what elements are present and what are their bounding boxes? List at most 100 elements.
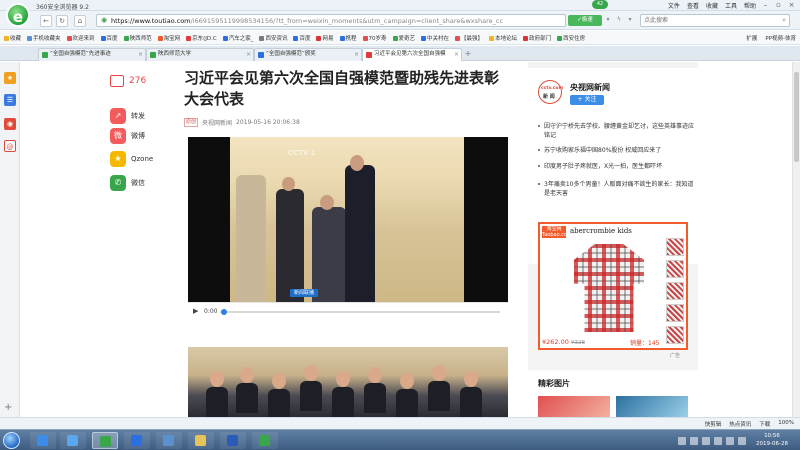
taskbar-ie2-icon[interactable] bbox=[60, 432, 86, 449]
zoom-level[interactable]: 100% bbox=[778, 420, 794, 428]
menu-file[interactable]: 文件 bbox=[668, 1, 680, 10]
menu-view[interactable]: 查看 bbox=[687, 1, 699, 10]
lightning-icon[interactable]: ϟ bbox=[615, 15, 623, 25]
scrollbar-thumb[interactable] bbox=[794, 72, 799, 162]
home-icon[interactable]: ⌂ bbox=[74, 15, 86, 27]
video-player[interactable]: CCTV 1 新闻联播 ▶ 0:00 bbox=[188, 137, 508, 319]
media-name[interactable]: 央视网新闻 bbox=[570, 82, 610, 93]
list-item[interactable]: 苏宁收购家乐福中国80%股份 权威回应来了 bbox=[538, 146, 694, 155]
bookmark-item[interactable]: 西安住房 bbox=[557, 34, 585, 42]
tray-icon[interactable] bbox=[678, 436, 686, 445]
share-forward[interactable]: ↗ 转发 bbox=[110, 107, 170, 125]
bookmark-item[interactable]: 陕西师范 bbox=[123, 34, 152, 42]
picture-thumbnail[interactable] bbox=[538, 396, 610, 417]
list-item[interactable]: 3年痛卖10多个男童！人贩面对痛不欲生的家长：我知道是老天害 bbox=[538, 180, 694, 198]
tab-close-icon[interactable]: × bbox=[246, 49, 251, 60]
menu-chevron-icon[interactable]: ▾ bbox=[604, 15, 612, 25]
hot-news-button[interactable]: 热点资讯 bbox=[729, 420, 751, 428]
weibo-sidebar-icon[interactable]: ◉ bbox=[4, 118, 16, 130]
taskbar-ie-icon[interactable] bbox=[30, 432, 56, 449]
taskbar-360-browser-icon[interactable] bbox=[92, 432, 118, 449]
tray-icon[interactable] bbox=[738, 436, 746, 445]
bookmark-item[interactable]: 百度 bbox=[293, 34, 310, 42]
bookmark-item[interactable]: 政府部门 bbox=[523, 34, 551, 42]
reading-list-icon[interactable]: ☰ bbox=[4, 94, 16, 106]
taskbar-folder-icon[interactable] bbox=[188, 432, 214, 449]
media-avatar[interactable]: cctv.com 新 闻 bbox=[538, 80, 563, 104]
refresh-icon[interactable]: ↻ bbox=[56, 15, 68, 27]
tray-icon[interactable] bbox=[702, 436, 710, 445]
comment-count[interactable]: 276 bbox=[110, 75, 146, 87]
taskbar-word-icon[interactable] bbox=[220, 432, 246, 449]
bookmark-item[interactable]: 网易 bbox=[316, 34, 334, 42]
bookmark-item[interactable]: 收藏 bbox=[4, 34, 21, 42]
search-icon[interactable]: ⌕ bbox=[782, 16, 786, 25]
bookmark-item[interactable]: 爱奇艺 bbox=[392, 34, 415, 42]
bookmark-item[interactable]: 欢迎来到 bbox=[66, 34, 95, 42]
taskbar-baidu-icon[interactable] bbox=[124, 432, 150, 449]
list-item[interactable]: 因守沪宁桥先去学校、腰缠黄金却乞讨，这些英雄事迹应铭记 bbox=[538, 122, 694, 140]
follow-button[interactable]: + 关注 bbox=[570, 95, 604, 105]
bookmark-item[interactable]: 淘宝网 bbox=[157, 34, 180, 42]
dropdown-icon[interactable]: ▾ bbox=[626, 15, 634, 25]
speed-mode-button[interactable]: ✓极速 bbox=[568, 15, 602, 26]
start-button-icon[interactable] bbox=[3, 432, 20, 449]
list-item[interactable]: 印度男子肚子疼就医，X光一拍，医生都吓坏 bbox=[538, 162, 694, 171]
tab-4-active[interactable]: 习近平会见第六次全国自强模 × bbox=[362, 48, 462, 61]
tray-icon[interactable] bbox=[714, 436, 722, 445]
bookmark-item[interactable]: 京东(JD.C bbox=[186, 34, 217, 42]
taobao-ad[interactable]: 淘宝网 Taobao.com abercrombie kids ¥262.00 … bbox=[538, 222, 688, 350]
email-icon[interactable]: @ bbox=[4, 140, 16, 152]
download-button[interactable]: 下载 bbox=[759, 420, 770, 428]
ad-thumbnail[interactable] bbox=[666, 260, 684, 278]
bookmark-item[interactable]: 西安资讯 bbox=[259, 34, 287, 42]
tab-close-icon[interactable]: × bbox=[454, 49, 459, 60]
share-qzone[interactable]: ★ Qzone bbox=[110, 150, 170, 168]
bookmark-item[interactable]: 本地论坛 bbox=[489, 34, 517, 42]
score-badge[interactable]: 42 bbox=[592, 0, 608, 9]
bookmark-item[interactable]: 手机收藏夹 bbox=[27, 34, 61, 42]
bookmark-item[interactable]: 70岁寿 bbox=[362, 34, 387, 42]
close-icon[interactable]: × bbox=[785, 0, 798, 10]
tab-3[interactable]: “全国自强模范”颁奖 × bbox=[254, 48, 362, 61]
menu-help[interactable]: 帮助 bbox=[744, 1, 756, 10]
taskbar-bird-icon[interactable] bbox=[156, 432, 182, 449]
browser-logo-icon[interactable]: e bbox=[6, 3, 30, 27]
picture-thumbnail[interactable] bbox=[616, 396, 688, 417]
share-weibo[interactable]: 微 微博 bbox=[110, 127, 170, 145]
ad-thumbnail[interactable] bbox=[666, 282, 684, 300]
favorites-star-icon[interactable]: ★ bbox=[4, 72, 16, 84]
ad-thumbnail[interactable] bbox=[666, 326, 684, 344]
address-bar[interactable]: ◉ https://www.toutiao.com/i6691595119998… bbox=[96, 14, 566, 27]
video-progress-handle[interactable] bbox=[221, 309, 227, 315]
page-scrollbar[interactable] bbox=[792, 62, 800, 417]
tab-2[interactable]: 陕西师范大学 × bbox=[146, 48, 254, 61]
menu-tools[interactable]: 工具 bbox=[725, 1, 737, 10]
bookmark-item[interactable]: 【最强】 bbox=[455, 34, 483, 42]
tab-close-icon[interactable]: × bbox=[138, 49, 143, 60]
minimize-icon[interactable]: – bbox=[759, 0, 772, 10]
play-icon[interactable]: ▶ bbox=[193, 307, 198, 315]
share-wechat[interactable]: ✆ 微信 bbox=[110, 174, 170, 192]
bookmark-item[interactable]: 百度 bbox=[100, 34, 118, 42]
tray-icon[interactable] bbox=[690, 436, 698, 445]
search-input[interactable] bbox=[641, 15, 771, 26]
back-icon[interactable]: ← bbox=[40, 15, 52, 27]
tab-1[interactable]: “全国自强模范”先进事迹 × bbox=[38, 48, 146, 61]
address-url[interactable]: https://www.toutiao.com/i669159511999853… bbox=[111, 17, 561, 25]
bookmark-item[interactable]: 中关村在 bbox=[421, 34, 449, 42]
sidebar-add-icon[interactable]: + bbox=[4, 402, 12, 413]
ad-thumbnail[interactable] bbox=[666, 304, 684, 322]
tab-close-icon[interactable]: × bbox=[354, 49, 359, 60]
new-tab-icon[interactable]: + bbox=[462, 49, 474, 60]
extensions-button[interactable]: 扩展 bbox=[746, 34, 757, 42]
menu-favorites[interactable]: 收藏 bbox=[706, 1, 718, 10]
pp-video-link[interactable]: PP视频-体育 bbox=[765, 34, 796, 42]
plaid-shirt-image[interactable] bbox=[574, 244, 644, 332]
taskbar-wechat-icon[interactable] bbox=[252, 432, 278, 449]
bookmark-item[interactable]: 汽车之家_ bbox=[222, 34, 253, 42]
quick-clip-button[interactable]: 快剪辑 bbox=[705, 420, 722, 428]
video-frame[interactable]: CCTV 1 新闻联播 bbox=[230, 137, 464, 302]
bookmark-item[interactable]: 携程 bbox=[339, 34, 357, 42]
maximize-icon[interactable]: ▫ bbox=[772, 0, 785, 10]
